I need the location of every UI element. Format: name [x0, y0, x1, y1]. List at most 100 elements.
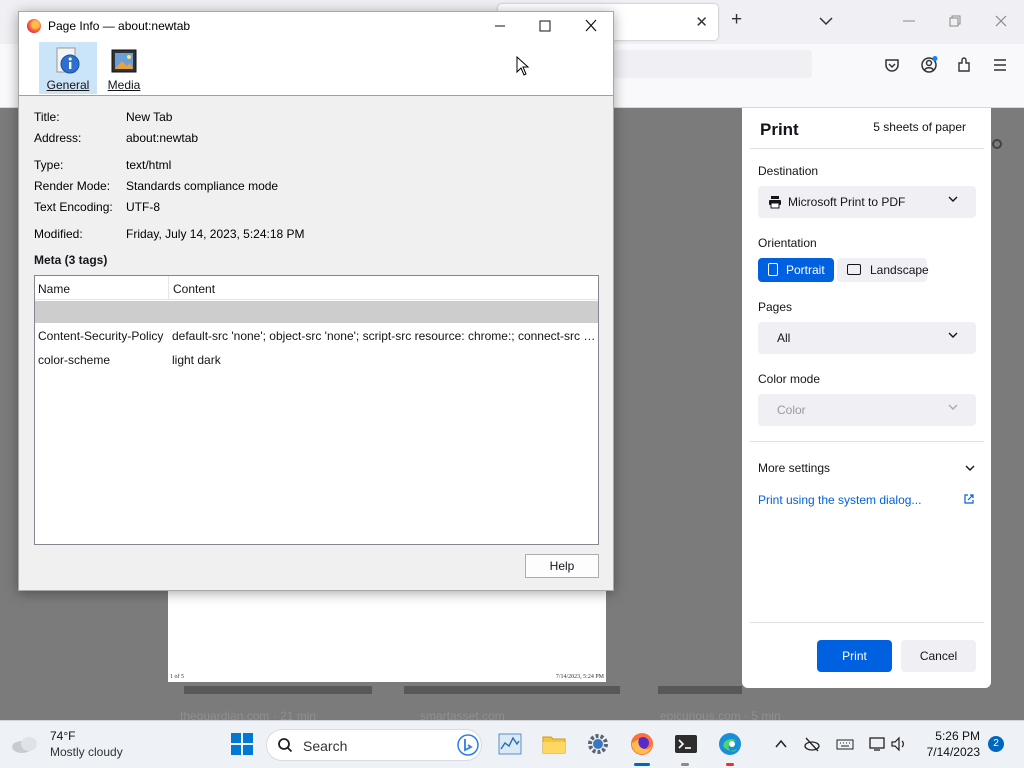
system-dialog-link[interactable]: Print using the system dialog... — [758, 493, 921, 507]
maximize-icon[interactable] — [535, 17, 555, 35]
tab-general[interactable]: General — [39, 42, 97, 94]
render-mode-label: Render Mode: — [34, 179, 111, 193]
card-image — [404, 686, 620, 694]
column-header-name[interactable]: Name — [38, 282, 70, 296]
close-window-icon[interactable] — [992, 12, 1010, 30]
help-button[interactable]: Help — [525, 554, 599, 578]
new-tab-button[interactable]: + — [731, 10, 742, 30]
tab-close-icon[interactable]: ✕ — [695, 13, 708, 31]
keyboard-icon[interactable] — [836, 735, 854, 753]
modified-label: Modified: — [34, 227, 83, 241]
table-row[interactable]: Content-Security-Policy default-src 'non… — [35, 325, 598, 347]
account-icon[interactable] — [920, 56, 938, 74]
cloud-icon[interactable] — [10, 733, 40, 755]
media-icon — [111, 49, 137, 73]
settings-gear-icon[interactable] — [585, 731, 611, 757]
pages-select[interactable]: All — [758, 322, 976, 354]
printer-icon — [769, 196, 781, 209]
encoding-label: Text Encoding: — [34, 200, 113, 214]
meta-table[interactable]: Name Content Content-Security-Policy def… — [34, 275, 599, 545]
landscape-label: Landscape — [870, 263, 929, 277]
table-row[interactable]: color-scheme light dark — [35, 349, 598, 371]
chevron-up-icon[interactable] — [772, 735, 790, 753]
dialog-titlebar[interactable]: Page Info — about:newtab — [19, 12, 613, 40]
chevron-down-icon[interactable] — [965, 463, 975, 473]
search-placeholder: Search — [303, 738, 348, 754]
minimize-icon[interactable] — [490, 17, 510, 35]
card-image — [184, 686, 372, 694]
search-icon — [278, 738, 293, 753]
table-row[interactable] — [35, 301, 598, 323]
pocket-icon[interactable] — [883, 56, 901, 74]
network-icon[interactable] — [868, 735, 886, 753]
task-manager-icon[interactable] — [497, 731, 523, 757]
color-mode-select[interactable]: Color — [758, 394, 976, 426]
landscape-option[interactable]: Landscape — [837, 258, 929, 282]
edge-icon[interactable] — [717, 731, 743, 757]
menu-icon[interactable] — [991, 56, 1009, 74]
active-indicator — [634, 763, 650, 766]
volume-icon[interactable] — [890, 735, 908, 753]
meta-content-cell: light dark — [172, 353, 221, 367]
running-indicator — [726, 763, 734, 766]
render-mode-value: Standards compliance mode — [126, 179, 279, 193]
taskbar-search[interactable]: Search — [266, 729, 482, 761]
chevron-down-icon — [948, 404, 958, 410]
file-explorer-icon[interactable] — [541, 731, 567, 757]
address-value: about:newtab — [126, 131, 199, 145]
preview-footer-right: 7/14/2023, 5:24 PM — [555, 674, 604, 680]
weather-temp[interactable]: 74°F — [50, 729, 75, 743]
page-info-dialog: Page Info — about:newtab General Media T… — [18, 11, 614, 591]
info-icon — [56, 47, 80, 74]
cancel-button[interactable]: Cancel — [901, 640, 976, 672]
chevron-down-icon — [948, 196, 958, 202]
notification-badge[interactable]: 2 — [988, 736, 1004, 752]
extensions-icon[interactable] — [956, 56, 974, 74]
tab-media[interactable]: Media — [103, 42, 145, 94]
chevron-down-icon — [948, 332, 958, 338]
divider — [750, 441, 984, 442]
dialog-title: Page Info — about:newtab — [48, 19, 191, 33]
windows-start-icon[interactable] — [229, 731, 255, 757]
preview-footer-left: 1 of 5 — [170, 674, 184, 680]
destination-select[interactable]: Microsoft Print to PDF — [758, 186, 976, 218]
close-icon[interactable] — [581, 17, 601, 35]
external-link-icon — [964, 494, 974, 504]
orientation-label: Orientation — [758, 236, 817, 250]
portrait-option[interactable]: Portrait — [758, 258, 834, 282]
print-title: Print — [760, 120, 799, 139]
url-bar[interactable] — [612, 50, 812, 78]
type-value: text/html — [126, 158, 172, 172]
print-button[interactable]: Print — [817, 640, 892, 672]
encoding-value: UTF-8 — [126, 200, 160, 214]
pages-label: Pages — [758, 300, 793, 314]
title-value: New Tab — [126, 110, 173, 124]
card-image — [658, 686, 742, 694]
landscape-icon — [847, 264, 861, 275]
destination-label: Destination — [758, 164, 819, 178]
weather-desc[interactable]: Mostly cloudy — [50, 745, 123, 759]
column-divider[interactable] — [168, 276, 169, 300]
pages-value: All — [777, 331, 791, 345]
clock-time[interactable]: 5:26 PM — [935, 729, 980, 743]
column-header-content[interactable]: Content — [173, 282, 215, 296]
meta-name-cell: color-scheme — [38, 353, 111, 367]
color-mode-label: Color mode — [758, 372, 821, 386]
onedrive-icon[interactable] — [803, 735, 821, 753]
taskbar: 74°F Mostly cloudy Search 5:26 PM 7/14/2… — [0, 720, 1024, 768]
firefox-icon — [27, 19, 41, 33]
gear-icon — [992, 139, 1002, 149]
minimize-icon[interactable] — [900, 12, 918, 30]
meta-heading: Meta (3 tags) — [34, 253, 108, 267]
more-settings-toggle[interactable]: More settings — [758, 461, 830, 475]
clock-date[interactable]: 7/14/2023 — [927, 745, 980, 759]
destination-value: Microsoft Print to PDF — [788, 195, 906, 209]
restore-icon[interactable] — [946, 12, 964, 30]
mouse-cursor-icon — [516, 56, 530, 76]
address-label: Address: — [34, 131, 82, 145]
list-all-tabs-icon[interactable] — [818, 13, 834, 29]
firefox-icon[interactable] — [629, 731, 655, 757]
terminal-icon[interactable] — [673, 731, 699, 757]
meta-content-cell: default-src 'none'; object-src 'none'; s… — [172, 329, 596, 343]
divider — [750, 148, 984, 149]
